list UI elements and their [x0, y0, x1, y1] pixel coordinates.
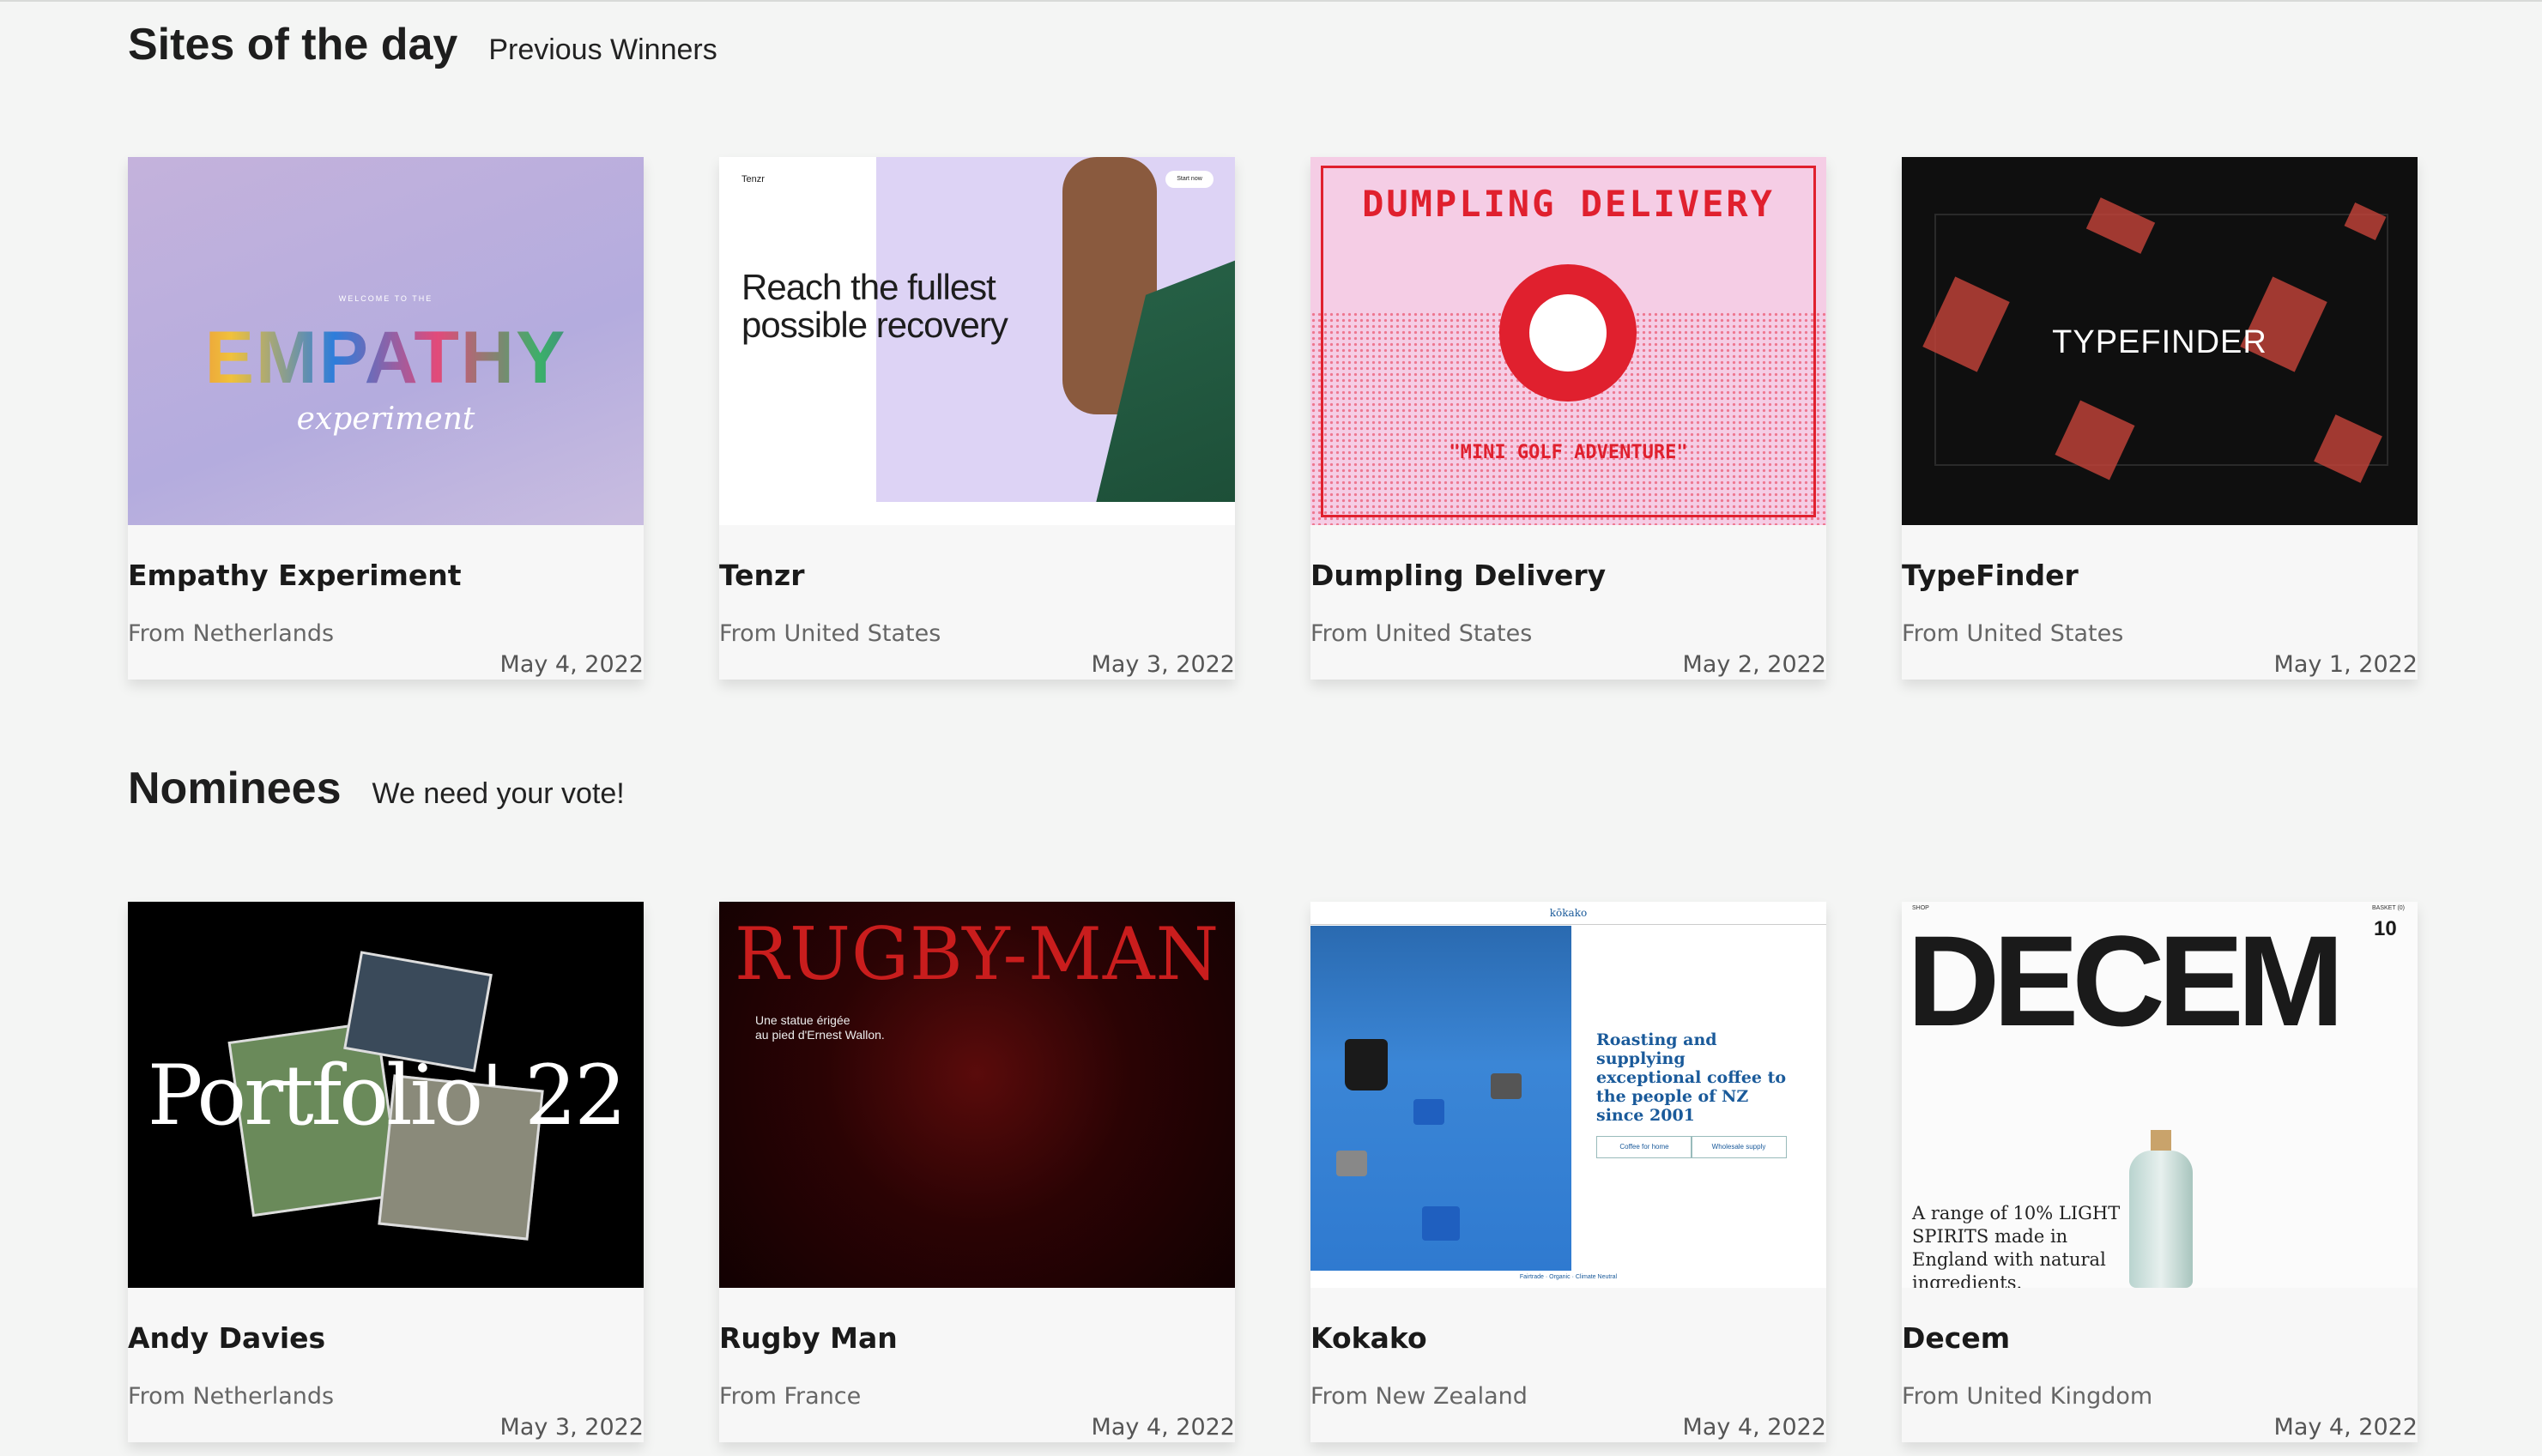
site-date: May 2, 2022	[1682, 651, 1826, 678]
site-card-decem[interactable]: SHOP BASKET (0) DECEM 10 A range of 10% …	[1902, 902, 2418, 1442]
kettle-illustration	[1345, 1039, 1388, 1090]
site-country: From Netherlands	[128, 620, 335, 647]
thumb-caption-line: au pied d'Ernest Wallon.	[755, 1028, 885, 1042]
cup-illustration	[1422, 1206, 1460, 1241]
thumb-text: experiment	[296, 402, 475, 437]
thumb-logo: Tenzr	[741, 174, 765, 184]
thumb-headline: TYPEFINDER	[2052, 324, 2267, 360]
top-divider	[0, 0, 2542, 2]
site-card-dumpling-delivery[interactable]: DUMPLING DELIVERY "MINI GOLF ADVENTURE" …	[1310, 157, 1826, 680]
thumb-number: 10	[2374, 917, 2397, 940]
site-name[interactable]: Andy Davies	[128, 1321, 325, 1355]
thumb-subtitle: "MINI GOLF ADVENTURE"	[1449, 442, 1688, 463]
thumb-headline: RUGBY-MAN	[734, 912, 1220, 996]
site-card-kokako[interactable]: kōkako Roasting and supplying exceptiona…	[1310, 902, 1826, 1442]
site-date: May 4, 2022	[1682, 1414, 1826, 1441]
sites-of-the-day-header: Sites of the day Previous Winners	[128, 19, 717, 70]
cup-illustration	[1491, 1073, 1522, 1099]
thumb-text: WELCOME TO THE	[338, 294, 433, 303]
sites-of-the-day-grid: WELCOME TO THE EMPATHY experiment Empath…	[128, 157, 2418, 680]
cup-illustration	[1336, 1151, 1367, 1176]
site-card-empathy-experiment[interactable]: WELCOME TO THE EMPATHY experiment Empath…	[128, 157, 644, 680]
site-name[interactable]: Decem	[1902, 1321, 2010, 1355]
dumpling-illustration	[1529, 294, 1607, 372]
cup-illustration	[1413, 1099, 1444, 1125]
site-thumbnail[interactable]: DUMPLING DELIVERY "MINI GOLF ADVENTURE"	[1310, 157, 1826, 525]
site-date: May 1, 2022	[2273, 651, 2418, 678]
site-name[interactable]: Kokako	[1310, 1321, 1427, 1355]
site-name[interactable]: Rugby Man	[719, 1321, 898, 1355]
site-thumbnail[interactable]: SHOP BASKET (0) DECEM 10 A range of 10% …	[1902, 902, 2418, 1288]
site-thumbnail[interactable]: RUGBY-MAN Une statue érigée au pied d'Er…	[719, 902, 1235, 1288]
thumb-copy: A range of 10% LIGHT SPIRITS made in Eng…	[1912, 1203, 2121, 1288]
vote-prompt: We need your vote!	[372, 777, 625, 810]
section-title: Sites of the day	[128, 20, 458, 69]
thumb-headline: Portfolio' 22	[147, 1048, 627, 1144]
previous-winners-link[interactable]: Previous Winners	[488, 33, 717, 67]
site-name[interactable]: TypeFinder	[1902, 559, 2079, 592]
site-country: From United States	[1902, 620, 2124, 647]
site-card-tenzr[interactable]: Tenzr Start now Reach the fullest possib…	[719, 157, 1235, 680]
thumb-headline: Roasting and supplying exceptional coffe…	[1596, 1030, 1787, 1125]
site-thumbnail[interactable]: Portfolio' 22	[128, 902, 644, 1288]
thumb-button: Wholesale supply	[1691, 1136, 1787, 1158]
thumb-text: EMPATHY	[128, 316, 644, 401]
nominees-header: Nominees We need your vote!	[128, 763, 625, 814]
site-name[interactable]: Empathy Experiment	[128, 559, 462, 592]
site-date: May 3, 2022	[1091, 651, 1235, 678]
thumb-caption: Une statue érigée au pied d'Ernest Wallo…	[755, 1013, 885, 1042]
site-thumbnail[interactable]: Tenzr Start now Reach the fullest possib…	[719, 157, 1235, 525]
thumb-caption-line: Une statue érigée	[755, 1013, 850, 1027]
thumb-logo: kōkako	[1549, 907, 1588, 919]
site-card-typefinder[interactable]: TYPEFINDER TypeFinder From United States…	[1902, 157, 2418, 680]
site-card-andy-davies[interactable]: Portfolio' 22 Andy Davies From Netherlan…	[128, 902, 644, 1442]
site-date: May 4, 2022	[499, 651, 644, 678]
site-date: May 4, 2022	[1091, 1414, 1235, 1441]
site-thumbnail[interactable]: kōkako Roasting and supplying exceptiona…	[1310, 902, 1826, 1288]
bottle-illustration	[2129, 1151, 2193, 1288]
site-name[interactable]: Tenzr	[719, 559, 804, 592]
site-country: From New Zealand	[1310, 1383, 1528, 1410]
site-card-rugby-man[interactable]: RUGBY-MAN Une statue érigée au pied d'Er…	[719, 902, 1235, 1442]
site-country: From United States	[1310, 620, 1533, 647]
site-date: May 4, 2022	[2273, 1414, 2418, 1441]
site-country: From France	[719, 1383, 862, 1410]
site-date: May 3, 2022	[499, 1414, 644, 1441]
thumb-headline: Reach the fullest possible recovery	[741, 267, 1008, 345]
thumb-footer: Fairtrade · Organic · Climate Neutral	[1519, 1274, 1618, 1280]
site-country: From United Kingdom	[1902, 1383, 2153, 1410]
thumb-headline: DUMPLING DELIVERY	[1362, 183, 1775, 225]
section-title: Nominees	[128, 764, 342, 813]
site-thumbnail[interactable]: TYPEFINDER	[1902, 157, 2418, 525]
site-country: From United States	[719, 620, 941, 647]
thumb-headline: DECEM	[1907, 909, 2345, 1053]
thumb-button: Start now	[1165, 171, 1214, 188]
site-thumbnail[interactable]: WELCOME TO THE EMPATHY experiment	[128, 157, 644, 525]
site-name[interactable]: Dumpling Delivery	[1310, 559, 1606, 592]
site-country: From Netherlands	[128, 1383, 335, 1410]
thumb-nav-link: BASKET (0)	[2372, 905, 2405, 911]
thumb-button: Coffee for home	[1596, 1136, 1692, 1158]
nominees-grid: Portfolio' 22 Andy Davies From Netherlan…	[128, 902, 2418, 1442]
